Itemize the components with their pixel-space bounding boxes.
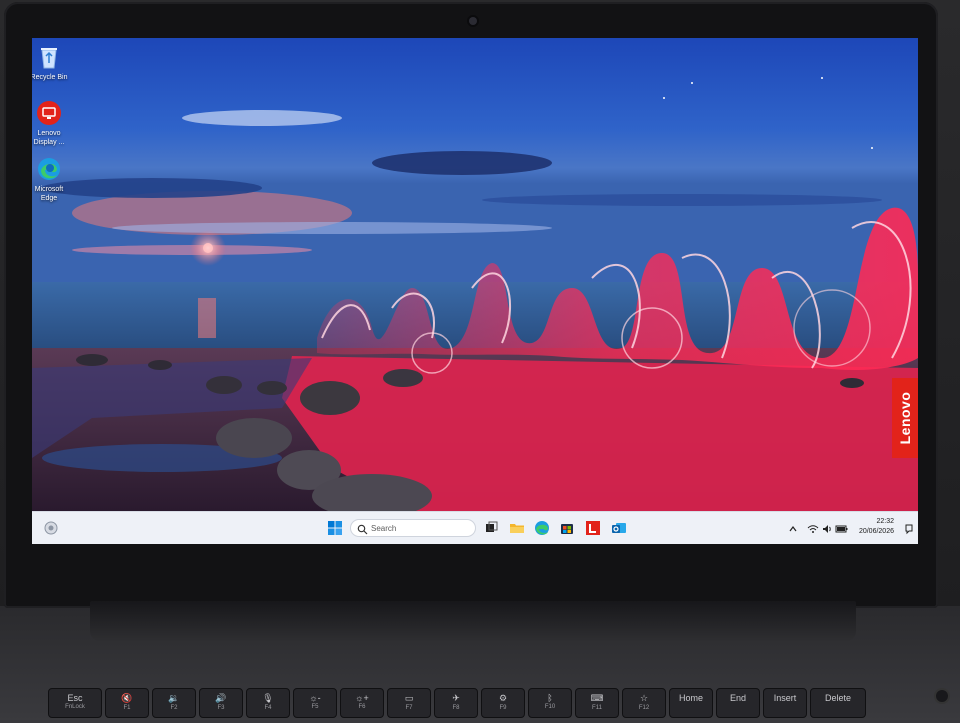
desktop-wallpaper bbox=[32, 38, 918, 511]
key-label: ▭ bbox=[404, 693, 414, 703]
key-label: ☼- bbox=[309, 693, 321, 703]
desktop-icon-lenovo-display[interactable]: Lenovo Display ... bbox=[32, 100, 71, 147]
key-label: ⚙ bbox=[498, 693, 508, 703]
key-f10[interactable]: ᛒ F10 bbox=[528, 688, 572, 718]
key-sublabel: F4 bbox=[264, 705, 272, 711]
key-f3[interactable]: 🔊 F3 bbox=[199, 688, 243, 718]
file-explorer-icon[interactable] bbox=[508, 519, 526, 537]
laptop-bezel: Recycle Bin Lenovo Display ... Microsoft… bbox=[4, 2, 938, 608]
search-icon bbox=[357, 522, 368, 540]
notification-icon[interactable] bbox=[903, 522, 915, 535]
lenovo-logo-text: Lenovo bbox=[897, 391, 913, 445]
key-f8[interactable]: ✈ F8 bbox=[434, 688, 478, 718]
key-sublabel: F3 bbox=[217, 705, 225, 711]
chevron-up-icon[interactable] bbox=[787, 522, 799, 534]
desktop-screen: Recycle Bin Lenovo Display ... Microsoft… bbox=[32, 38, 918, 544]
key-label: End bbox=[729, 693, 746, 703]
taskbar-search[interactable] bbox=[350, 519, 476, 537]
volume-icon[interactable] bbox=[821, 522, 833, 534]
key-f4[interactable]: 🎙 F4 bbox=[246, 688, 290, 718]
taskbar-clock[interactable]: 22:32 20/06/2026 bbox=[846, 517, 894, 537]
key-label: Insert bbox=[773, 693, 797, 703]
edge-icon bbox=[36, 156, 62, 182]
key-label: ✈ bbox=[452, 693, 460, 703]
key-sublabel: F10 bbox=[544, 704, 556, 710]
lenovo-logo: Lenovo bbox=[892, 378, 918, 458]
laptop-hinge bbox=[90, 601, 856, 641]
key-sublabel: F5 bbox=[311, 704, 319, 710]
lenovo-display-icon bbox=[36, 100, 62, 126]
search-input[interactable] bbox=[371, 522, 471, 534]
key-sublabel: F2 bbox=[170, 705, 178, 711]
keyboard-function-row: Esc FnLock 🔇 F1 🔉 F2 🔊 F3 🎙 F4 ☼- F5 ☼+ F6 ▭ F7 ✈ F8 ⚙ F9 ᛒ F… bbox=[48, 688, 948, 723]
key-f5[interactable]: ☼- F5 bbox=[293, 688, 337, 718]
key-label: ⌨ bbox=[590, 693, 604, 703]
desktop-icon-label: Lenovo Display ... bbox=[33, 130, 65, 146]
key-label: Esc bbox=[67, 693, 83, 703]
clock-time: 22:32 bbox=[876, 518, 894, 525]
key-end[interactable]: End bbox=[716, 688, 760, 718]
key-label: ᛒ bbox=[547, 693, 553, 703]
power-button-icon[interactable] bbox=[936, 690, 948, 702]
desktop-icon-recycle-bin[interactable]: Recycle Bin bbox=[32, 44, 71, 82]
desktop-icon-label: Recycle Bin bbox=[32, 74, 68, 81]
key-sublabel: F6 bbox=[358, 704, 366, 710]
wifi-icon[interactable] bbox=[807, 522, 819, 534]
key-sublabel: F12 bbox=[638, 705, 650, 711]
key-f6[interactable]: ☼+ F6 bbox=[340, 688, 384, 718]
key-sublabel: F7 bbox=[405, 705, 413, 711]
recycle-bin-icon bbox=[36, 44, 62, 70]
outlook-icon[interactable] bbox=[610, 519, 628, 537]
key-label: ☆ bbox=[639, 693, 649, 703]
webcam-icon bbox=[469, 17, 477, 25]
task-view-icon[interactable] bbox=[482, 519, 500, 537]
key-home[interactable]: Home bbox=[669, 688, 713, 718]
key-f12[interactable]: ☆ F12 bbox=[622, 688, 666, 718]
desktop-icon-label: Microsoft Edge bbox=[34, 186, 64, 202]
key-fnlock[interactable]: Esc FnLock bbox=[48, 688, 102, 718]
key-sublabel: F11 bbox=[592, 705, 602, 711]
key-label: 🔊 bbox=[215, 693, 227, 703]
key-label: 🔇 bbox=[121, 693, 133, 703]
key-f2[interactable]: 🔉 F2 bbox=[152, 688, 196, 718]
key-f11[interactable]: ⌨ F11 bbox=[575, 688, 619, 718]
key-sublabel: F9 bbox=[499, 705, 507, 711]
lenovo-app-icon[interactable] bbox=[584, 519, 602, 537]
key-sublabel: F8 bbox=[452, 705, 460, 711]
key-label: Delete bbox=[824, 693, 851, 703]
store-icon[interactable] bbox=[558, 519, 576, 537]
key-label: 🔉 bbox=[168, 693, 180, 703]
key-delete[interactable]: Delete bbox=[810, 688, 866, 718]
key-f7[interactable]: ▭ F7 bbox=[387, 688, 431, 718]
start-icon[interactable] bbox=[326, 519, 344, 537]
key-sublabel: FnLock bbox=[65, 704, 85, 710]
key-label: ☼+ bbox=[355, 693, 369, 703]
key-label: 🎙 bbox=[262, 693, 274, 703]
key-sublabel: F1 bbox=[123, 705, 131, 711]
key-insert[interactable]: Insert bbox=[763, 688, 807, 718]
desktop-icon-microsoft-edge[interactable]: Microsoft Edge bbox=[32, 156, 71, 203]
clock-date: 20/06/2026 bbox=[858, 528, 894, 535]
edge-icon[interactable] bbox=[533, 519, 551, 537]
widgets-icon[interactable] bbox=[42, 519, 60, 537]
key-f9[interactable]: ⚙ F9 bbox=[481, 688, 525, 718]
key-f1[interactable]: 🔇 F1 bbox=[105, 688, 149, 718]
key-label: Home bbox=[678, 693, 703, 703]
taskbar: 22:32 20/06/2026 bbox=[32, 511, 918, 544]
